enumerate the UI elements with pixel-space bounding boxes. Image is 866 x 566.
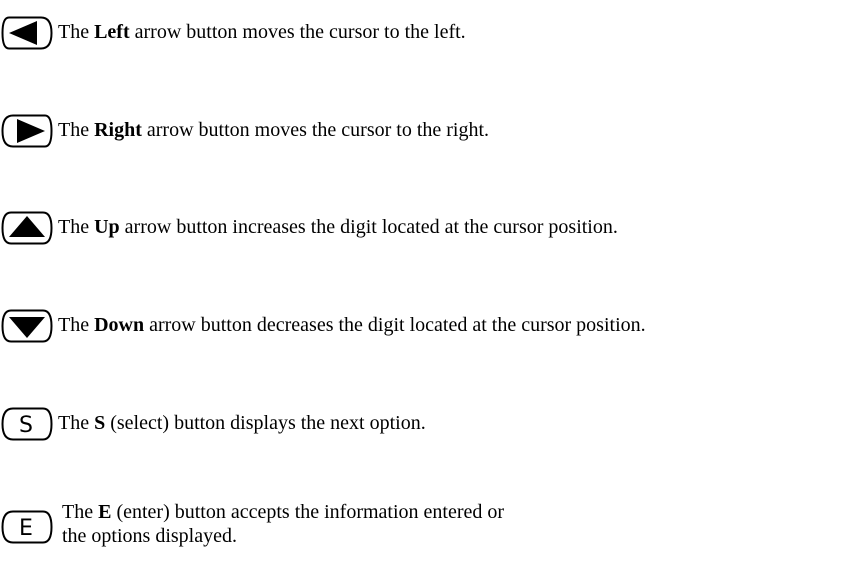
right-button-description: The Right arrow button moves the cursor … <box>58 119 490 141</box>
down-arrow-icon <box>1 309 53 343</box>
right-arrow-icon <box>1 114 53 148</box>
down-button-description: The Down arrow button decreases the digi… <box>58 314 646 336</box>
enter-e-icon-letter: E <box>19 516 33 541</box>
enter-button-description: The E (enter) button accepts the informa… <box>62 501 505 547</box>
up-arrow-icon <box>1 211 53 245</box>
select-s-icon-letter: S <box>19 413 33 438</box>
up-button-description: The Up arrow button increases the digit … <box>58 216 618 238</box>
left-arrow-icon <box>1 16 53 50</box>
enter-e-icon: E <box>1 510 53 544</box>
select-button-description: The S (select) button displays the next … <box>58 412 426 434</box>
select-s-icon: S <box>1 407 53 441</box>
left-button-description: The Left arrow button moves the cursor t… <box>58 21 466 43</box>
